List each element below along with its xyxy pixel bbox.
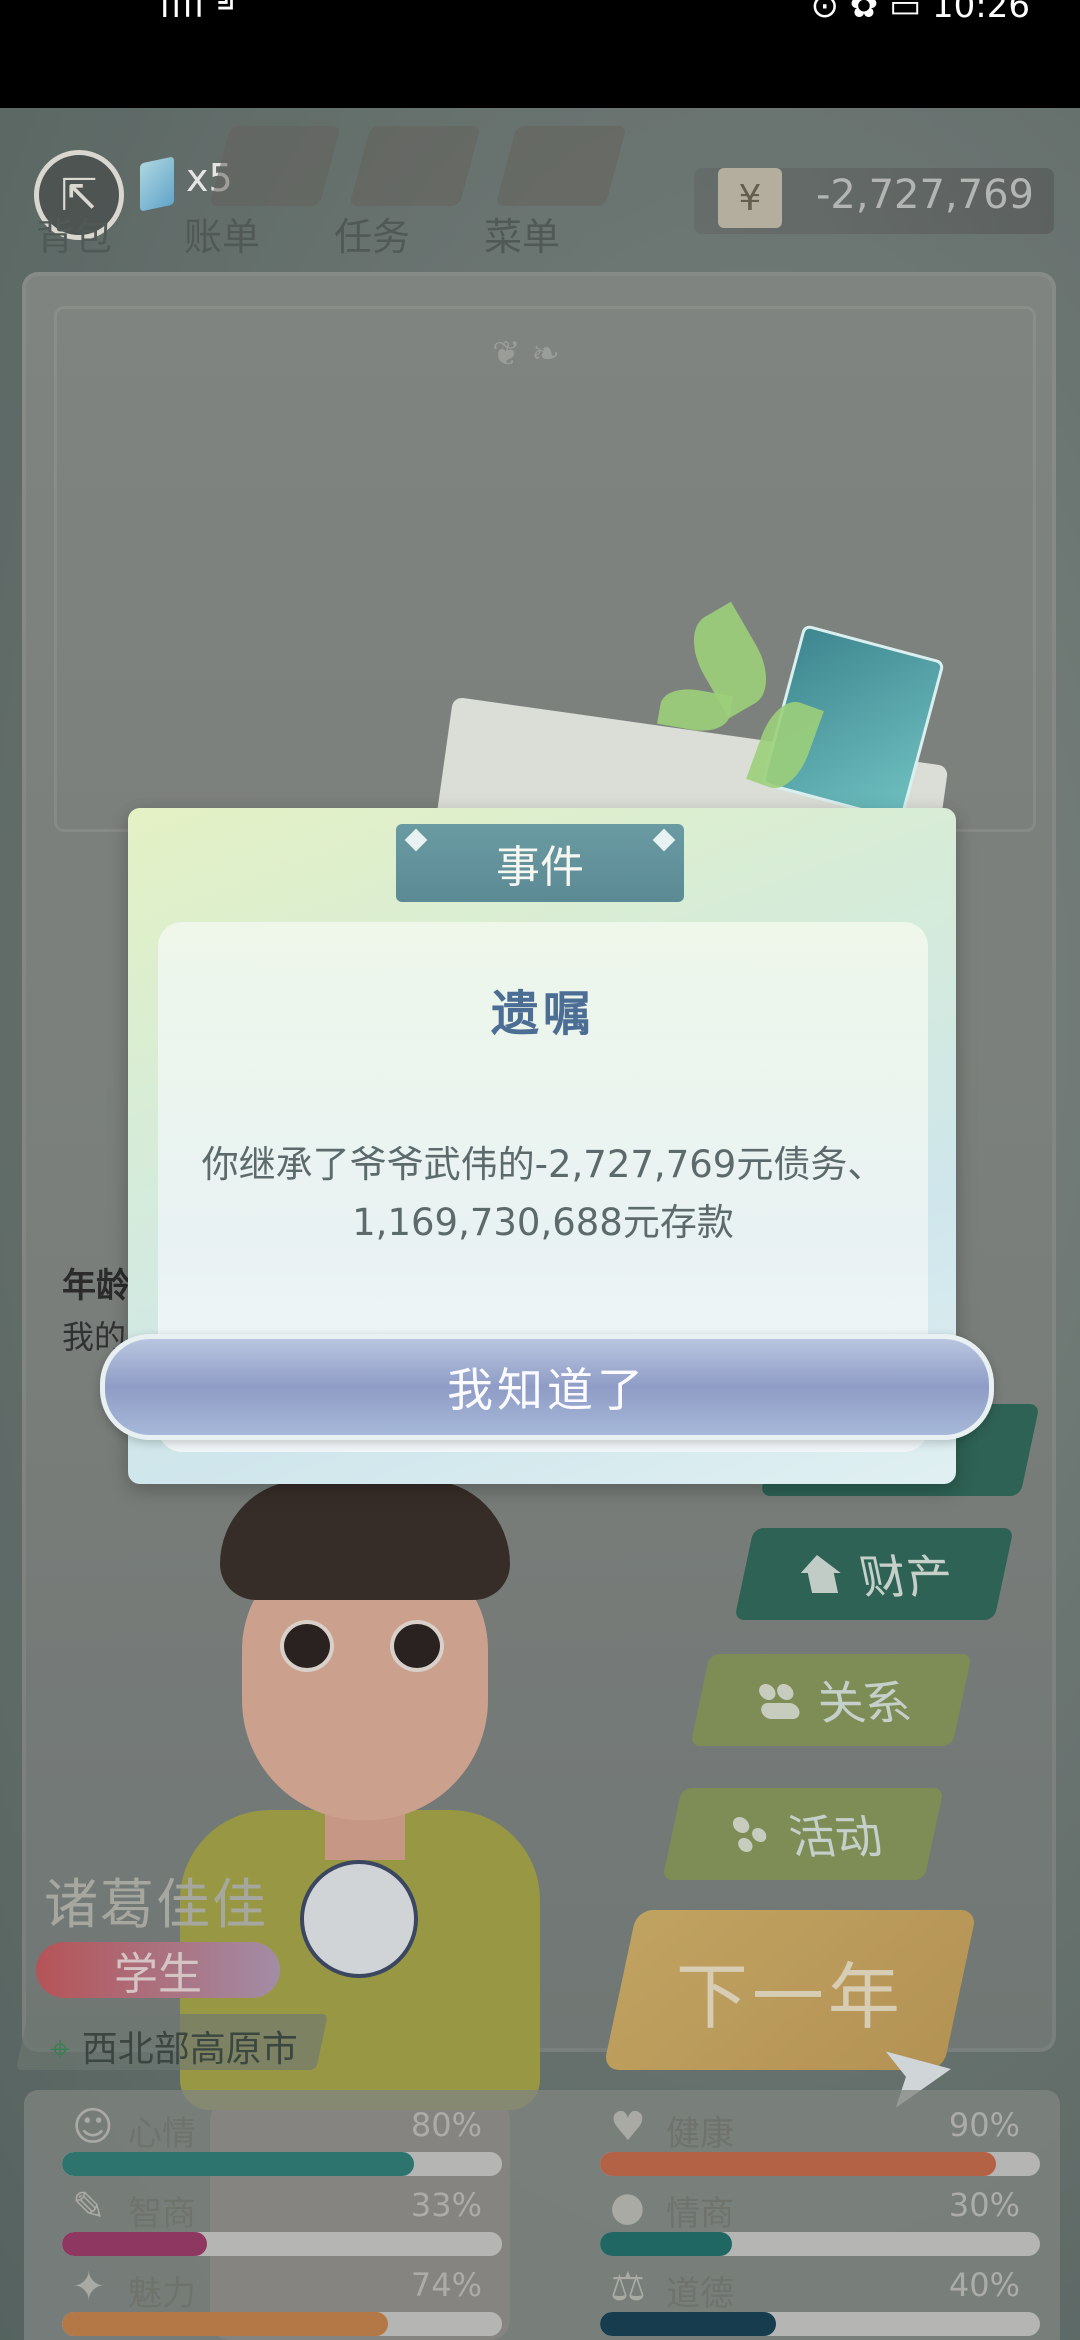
status-left-icons: ııll ╝ xyxy=(160,0,242,26)
acknowledge-button[interactable]: 我知道了 xyxy=(100,1334,994,1440)
event-message: 你继承了爷爷武伟的-2,727,769元债务、1,169,730,688元存款 xyxy=(201,1143,885,1244)
status-bar: ııll ╝ ⊙ ✿ ▭ 10:26 xyxy=(0,0,1080,108)
status-right-icons: ⊙ ✿ ▭ 10:26 xyxy=(810,0,1030,26)
event-title: 遗嘱 xyxy=(490,986,595,1042)
event-header: 事件 xyxy=(396,824,684,902)
